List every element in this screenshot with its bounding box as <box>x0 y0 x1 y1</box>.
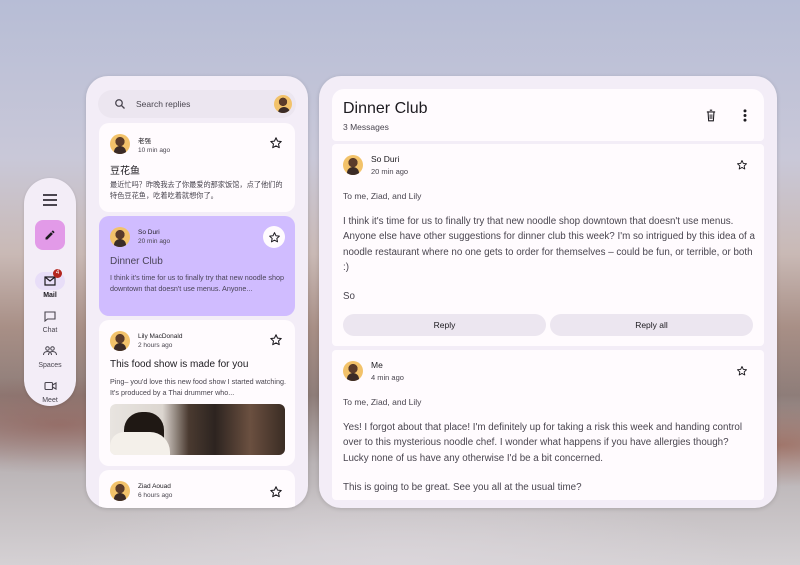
message-body-closing: This is going to be great. See you all a… <box>343 482 582 493</box>
email-subject: This food show is made for you <box>110 359 249 370</box>
email-preview: 最近忙吗？昨晚我去了你最爱的那家饭馆，点了他们的特色豆花鱼，吃着吃着就想你了。 <box>110 180 283 200</box>
rail-item-label: Meet <box>42 397 58 404</box>
trash-icon[interactable] <box>705 109 717 122</box>
rail-item-label: Spaces <box>38 362 62 369</box>
chat-icon <box>44 310 56 322</box>
star-icon[interactable] <box>736 159 748 171</box>
video-icon <box>43 381 57 391</box>
reply-all-button[interactable]: Reply all <box>550 314 753 336</box>
sender-name: Ziad Aouad <box>138 483 171 490</box>
recipients: To me, Ziad, and Lily <box>343 397 422 407</box>
message-body: Yes! I forgot about that place! I'm defi… <box>343 422 743 464</box>
sender-name: Lily MacDonald <box>138 333 183 340</box>
rail-item-label: Mail <box>43 292 57 299</box>
reply-button[interactable]: Reply <box>343 314 546 336</box>
rail-item-spaces[interactable]: Spaces <box>35 342 65 369</box>
avatar <box>343 361 363 381</box>
sender-name: Me <box>371 360 383 370</box>
pencil-icon <box>45 230 55 240</box>
timestamp: 10 min ago <box>138 146 171 154</box>
more-vert-icon[interactable] <box>743 109 747 122</box>
star-icon[interactable] <box>269 333 283 347</box>
star-icon[interactable] <box>269 136 283 150</box>
rail-item-chat[interactable]: Chat <box>35 307 65 334</box>
sender-name: So Duri <box>371 154 400 164</box>
recipients: To me, Ziad, and Lily <box>343 191 422 201</box>
email-subject: 豆花鱼 <box>110 166 140 177</box>
avatar <box>110 227 130 247</box>
list-item[interactable]: 老强 10 min ago 豆花鱼 最近忙吗？昨晚我去了你最爱的那家饭馆，点了他… <box>99 123 295 212</box>
avatar <box>110 481 130 501</box>
compose-button[interactable] <box>35 220 65 250</box>
timestamp: 6 hours ago <box>138 492 173 499</box>
email-subject: Dinner Club <box>110 256 163 267</box>
email-list-pane: Search replies 老强 10 min ago 豆花鱼 最近忙吗？昨晚… <box>86 76 308 508</box>
rail-item-label: Chat <box>42 327 58 334</box>
search-icon <box>115 99 125 109</box>
list-item-selected[interactable]: So Duri 20 min ago Dinner Club I think i… <box>99 216 295 316</box>
list-item[interactable]: Ziad Aouad 6 hours ago <box>99 470 295 508</box>
menu-icon[interactable] <box>38 194 62 208</box>
star-icon[interactable] <box>736 365 748 377</box>
thread-header: Dinner Club 3 Messages <box>332 89 764 141</box>
search-input[interactable]: Search replies <box>136 99 274 109</box>
navigation-rail: 4 Mail Chat Spaces Meet <box>24 178 76 406</box>
avatar <box>110 134 130 154</box>
message: So Duri 20 min ago To me, Ziad, and Lily… <box>332 144 764 346</box>
sender-name: 老强 <box>138 137 151 145</box>
search-bar[interactable]: Search replies <box>98 90 296 118</box>
timestamp: 4 min ago <box>371 373 404 382</box>
star-icon <box>268 231 280 242</box>
message-body: I think it's time for us to finally try … <box>343 216 755 273</box>
spaces-icon <box>43 346 57 356</box>
avatar <box>110 331 130 351</box>
unread-badge: 4 <box>53 269 62 278</box>
message: Me 4 min ago To me, Ziad, and Lily Yes! … <box>332 350 764 500</box>
email-preview: I think it's time for us to finally try … <box>110 273 284 293</box>
sender-name: So Duri <box>138 229 160 236</box>
avatar <box>343 155 363 175</box>
thread-title: Dinner Club <box>343 100 428 117</box>
timestamp: 20 min ago <box>371 167 409 176</box>
message-signoff: So <box>343 291 355 302</box>
rail-item-mail[interactable]: 4 Mail <box>35 269 65 299</box>
account-avatar[interactable] <box>274 95 292 113</box>
rail-item-meet[interactable]: Meet <box>35 377 65 404</box>
message-count: 3 Messages <box>343 122 389 132</box>
timestamp: 2 hours ago <box>138 342 173 349</box>
star-icon[interactable] <box>269 485 283 499</box>
list-item[interactable]: Lily MacDonald 2 hours ago This food sho… <box>99 320 295 466</box>
email-preview: Ping– you'd love this new food show I st… <box>110 377 286 397</box>
email-thread-pane: Dinner Club 3 Messages So Duri 20 min ag… <box>319 76 777 508</box>
star-button[interactable] <box>263 226 285 248</box>
timestamp: 20 min ago <box>138 238 171 245</box>
attachment-image[interactable] <box>110 404 285 455</box>
mail-icon <box>44 276 56 286</box>
